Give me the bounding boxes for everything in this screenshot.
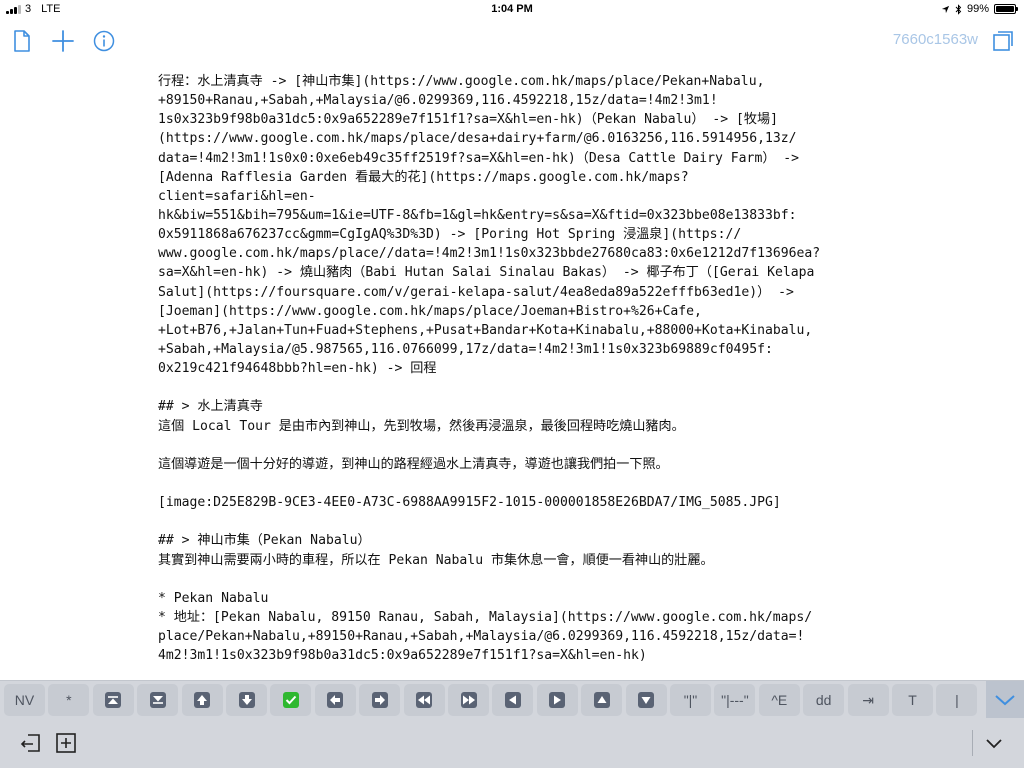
undo-icon[interactable] xyxy=(19,731,43,755)
table-separator-label: "|---" xyxy=(721,692,749,708)
ctrl-e-button[interactable]: ^E xyxy=(758,684,800,716)
editor-line: data=!4m2!3m1!1s0x0:0xe6eb49c35ff2519f?s… xyxy=(158,150,800,166)
clock: 1:04 PM xyxy=(491,3,533,15)
editor-line: 0x219c421f94648bbb?hl=en-hk) -> 回程 xyxy=(158,361,437,377)
editor-line: ## > 神山市集（Pekan Nabalu） xyxy=(158,533,371,549)
arrow-left-icon xyxy=(327,692,344,708)
markdown-editor[interactable]: 行程：水上清真寺 -> [神山市集](https://www.google.co… xyxy=(158,72,878,674)
t-label: T xyxy=(908,692,917,708)
tab-label: ⇥ xyxy=(862,691,874,708)
ctrl-e-label: ^E xyxy=(771,692,788,708)
table-separator-button[interactable]: "|---" xyxy=(714,684,756,716)
editor-line: 0x5911868a676237cc&gmm=CgIgAQ%3D%3D) -> … xyxy=(158,227,742,243)
editor-line: place/Pekan+Nabalu,+89150+Ranau,+Sabah,+… xyxy=(158,629,805,645)
fast-forward-icon xyxy=(460,692,477,708)
dismiss-keyboard-icon[interactable] xyxy=(982,731,1006,755)
fullscreen-icon[interactable] xyxy=(990,28,1016,54)
nv-label: NV xyxy=(14,692,35,708)
pipe-label: | xyxy=(955,692,959,708)
bluetooth-icon xyxy=(955,3,962,15)
editor-line: * Pekan Nabalu xyxy=(158,590,269,606)
arrow-down-icon xyxy=(238,692,255,708)
cursor-up-button[interactable] xyxy=(181,684,223,716)
triangle-right-icon xyxy=(549,692,566,708)
battery-icon xyxy=(994,4,1018,14)
dd-label: dd xyxy=(815,692,832,708)
dd-button[interactable]: dd xyxy=(803,684,845,716)
editor-line: 1s0x323b9f98b0a31dc5:0x9a652289e7f151f1?… xyxy=(158,112,778,128)
tab-button[interactable]: ⇥ xyxy=(847,684,889,716)
triangle-left-icon xyxy=(504,692,521,708)
cursor-right-button[interactable] xyxy=(359,684,401,716)
battery-percent: 99% xyxy=(966,3,989,15)
cursor-left-button[interactable] xyxy=(314,684,356,716)
keyboard-bottom-bar xyxy=(0,718,1024,768)
pipe-quote-button[interactable]: "|" xyxy=(670,684,711,716)
editor-line: 這個導遊是一個十分好的導遊，到神山的路程經過水上清真寺，導遊也讓我們拍一下照。 xyxy=(158,456,669,472)
editor-line: ## > 水上清真寺 xyxy=(158,399,263,415)
toolbar-divider xyxy=(972,730,973,756)
pipe-quote-label: "|" xyxy=(683,692,698,708)
arrow-up-bar-icon xyxy=(105,692,122,708)
editor-line: [Adenna Rafflesia Garden 看最大的花](https://… xyxy=(158,169,689,185)
triangle-down-icon xyxy=(638,692,655,708)
toolbar: 7660c1563w xyxy=(0,20,1024,64)
editor-line: +Sabah,+Malaysia/@5.987565,116.0766099,1… xyxy=(158,341,773,357)
chevron-down-icon xyxy=(995,695,1015,706)
add-box-icon[interactable] xyxy=(54,731,78,755)
document-id: 7660c1563w xyxy=(892,31,978,48)
editor-line: 其實到神山需要兩小時的車程，所以在 Pekan Nabalu 市集休息一會，順便… xyxy=(158,552,714,568)
pipe-button[interactable]: | xyxy=(936,684,978,716)
plus-icon[interactable] xyxy=(50,28,76,54)
editor-line: 4m2!3m1!1s0x323b9f98b0a31dc5:0x9a652289e… xyxy=(158,648,647,664)
triangle-right-button[interactable] xyxy=(536,684,578,716)
status-bar: 3 LTE 1:04 PM 99% xyxy=(0,0,1024,20)
nv-button[interactable]: NV xyxy=(4,684,45,716)
triangle-down-button[interactable] xyxy=(625,684,667,716)
arrow-down-bar-icon xyxy=(149,692,166,708)
location-arrow-icon xyxy=(941,5,950,13)
arrow-up-icon xyxy=(194,692,211,708)
asterisk-label: * xyxy=(66,692,72,708)
collapse-accessory-button[interactable] xyxy=(986,681,1024,719)
cursor-down-button[interactable] xyxy=(226,684,267,716)
editor-line: 行程：水上清真寺 -> [神山市集](https://www.google.co… xyxy=(158,74,765,89)
triangle-up-icon xyxy=(593,692,610,708)
editor-line: +89150+Ranau,+Sabah,+Malaysia/@6.0299369… xyxy=(158,93,718,109)
checkmark-button[interactable] xyxy=(270,684,312,716)
asterisk-button[interactable]: * xyxy=(48,684,90,716)
editor-line: (https://www.google.com.hk/maps/place/de… xyxy=(158,131,797,147)
page-up-button[interactable] xyxy=(92,684,134,716)
editor-line: +Lot+B76,+Jalan+Tun+Fuad+Stephens,+Pusat… xyxy=(158,322,813,338)
editor-line: client=safari&hl=en- xyxy=(158,188,316,204)
checkmark-icon xyxy=(282,692,299,708)
t-button[interactable]: T xyxy=(892,684,933,716)
editor-line: Salut](https://foursquare.com/v/gerai-ke… xyxy=(158,284,794,300)
rewind-icon xyxy=(416,692,433,708)
editor-line: sa=X&hl=en-hk) -> 燒山豬肉（Babi Hutan Salai … xyxy=(158,265,815,281)
document-icon[interactable] xyxy=(9,28,35,54)
triangle-left-button[interactable] xyxy=(492,684,534,716)
arrow-right-icon xyxy=(371,692,388,708)
fast-forward-button[interactable] xyxy=(448,684,489,716)
keyboard-accessory-bar: NV * "|" "|---" ^E dd ⇥ T | xyxy=(0,680,1024,719)
page-down-button[interactable] xyxy=(137,684,179,716)
status-right: 99% xyxy=(941,3,1018,15)
editor-line: hk&biw=551&bih=795&um=1&ie=UTF-8&fb=1&gl… xyxy=(158,207,797,223)
editor-line: www.google.com.hk/maps/place//data=!4m2!… xyxy=(158,246,821,262)
editor-line: * 地址：[Pekan Nabalu, 89150 Ranau, Sabah, … xyxy=(158,609,813,625)
editor-line: 這個 Local Tour 是由市內到神山，先到牧場，然後再浸溫泉，最後回程時吃… xyxy=(158,418,685,434)
rewind-button[interactable] xyxy=(403,684,445,716)
triangle-up-button[interactable] xyxy=(581,684,623,716)
editor-line: [image:D25E829B-9CE3-4EE0-A73C-6988AA991… xyxy=(158,495,781,511)
info-icon[interactable] xyxy=(91,28,117,54)
editor-line: [Joeman](https://www.google.com.hk/maps/… xyxy=(158,303,702,319)
